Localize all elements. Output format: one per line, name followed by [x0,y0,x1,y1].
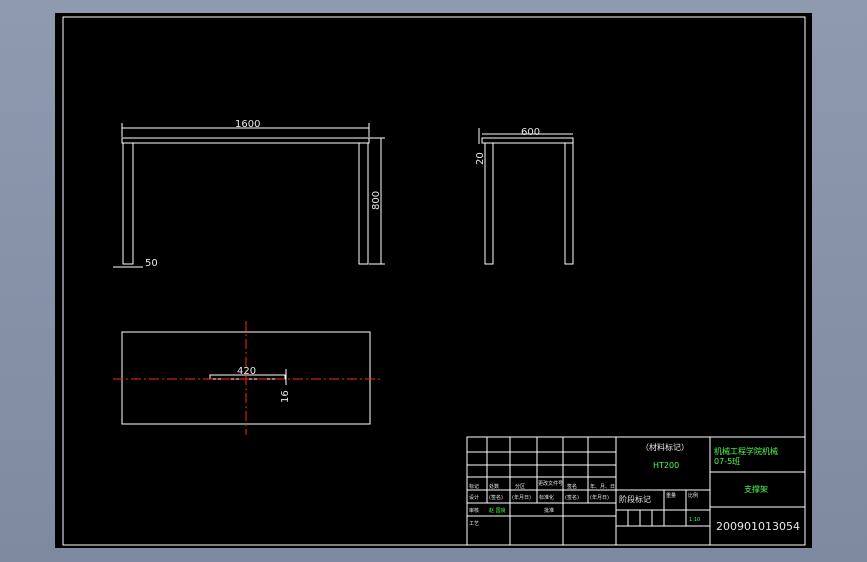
check-label: 审核 [469,507,479,514]
plan-centerlines [113,321,383,435]
side-left-leg [484,142,494,265]
front-height-label: 800 [371,191,382,210]
front-tabletop [121,137,370,144]
front-left-leg [122,142,134,265]
side-width-label: 600 [521,127,540,138]
side-top-label: 20 [475,152,486,165]
front-leg-label: 50 [145,258,158,269]
standard-sign: (签名) [565,494,579,501]
material-name: HT200 [653,461,679,470]
design-date: (年月日) [512,494,531,501]
cad-drawing: 1600 800 50 600 20 420 16 标记 处数 分区 更改文件号… [62,16,806,546]
plan-slot-width-label: 16 [280,390,291,403]
stage-mark-label: 阶段标记 [619,494,651,504]
scale-label: 比例 [688,492,698,499]
rev-header-2: 处数 [489,483,499,490]
plan-slot-length-label: 420 [237,366,256,377]
standard-label: 标准化 [539,494,554,501]
school-line-2: 07-5班 [714,456,740,466]
side-view [478,128,574,265]
weight-label: 重量 [666,492,676,499]
side-right-leg [564,142,574,265]
rev-header-1: 标记 [469,483,479,490]
standard-date: (年月日) [590,494,609,501]
rev-header-3: 分区 [515,483,525,490]
design-label: 设计 [469,494,479,501]
drawing-number: 200901013054 [716,520,800,533]
front-view [113,123,385,268]
drawing-sheet: 1600 800 50 600 20 420 16 标记 处数 分区 更改文件号… [55,13,812,548]
reviewer-name: 赵 国良 [489,507,506,514]
rev-header-4: 更改文件号 [538,480,563,487]
scale-value: 1:10 [689,517,700,523]
rev-header-6: 年、月、日 [590,483,615,490]
material-mark: （材料标记） [641,442,689,452]
front-width-label: 1600 [235,119,260,130]
title-block-text: 标记 处数 分区 更改文件号 签名 年、月、日 设计 (签名) (年月日) 标准… [469,442,800,533]
rev-header-5: 签名 [567,483,577,490]
school-line-1: 机械工程学院机械 [714,446,778,456]
side-tabletop [481,137,574,144]
design-sign: (签名) [489,494,503,501]
front-right-leg [358,142,369,265]
part-name: 支撑架 [744,484,768,494]
approve-label: 批准 [544,507,554,514]
process-label: 工艺 [469,521,479,527]
drawing-border [62,16,806,546]
